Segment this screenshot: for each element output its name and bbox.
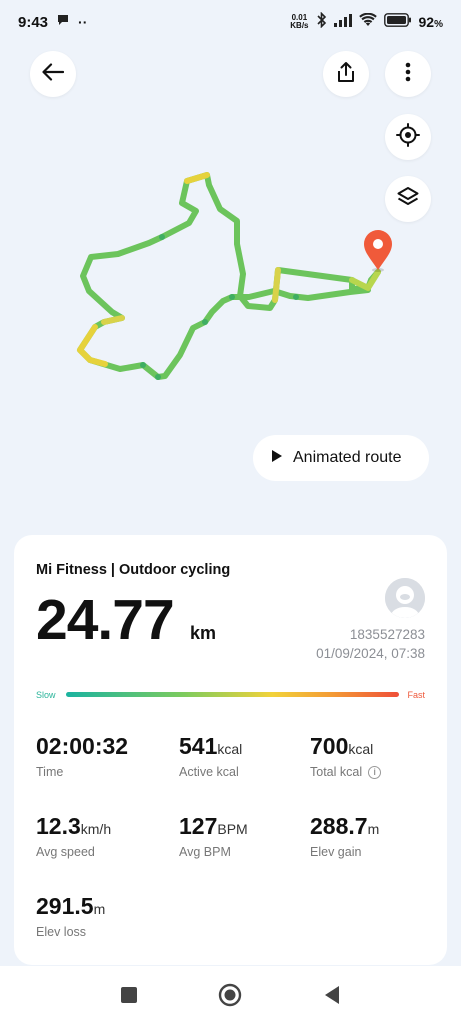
stat-unit: km/h bbox=[80, 821, 112, 837]
stat-unit: m bbox=[367, 821, 380, 837]
stat-value: 541 bbox=[179, 733, 218, 759]
avatar[interactable] bbox=[385, 578, 425, 618]
more-notifications-icon: ·· bbox=[78, 14, 88, 30]
stat-unit: kcal bbox=[348, 741, 374, 757]
wifi-icon bbox=[358, 12, 377, 31]
stat-unit: BPM bbox=[217, 821, 248, 837]
user-id: 1835527283 bbox=[349, 627, 425, 642]
stat-avg-bpm: 127BPM Avg BPM bbox=[179, 813, 248, 859]
speed-fast-label: Fast bbox=[407, 690, 425, 700]
stat-avg-speed: 12.3km/h Avg speed bbox=[36, 813, 111, 859]
stat-total-kcal: 700kcal Total kcal i bbox=[310, 733, 382, 779]
battery-level: 92% bbox=[418, 14, 443, 30]
stat-label: Elev gain bbox=[310, 845, 362, 859]
home-button[interactable] bbox=[210, 975, 250, 1015]
stat-elev-loss: 291.5m Elev loss bbox=[36, 893, 105, 939]
stat-label: Avg speed bbox=[36, 845, 95, 859]
chat-notification-icon bbox=[56, 13, 70, 31]
battery-icon bbox=[383, 13, 412, 31]
status-bar: 9:43 ·· 0.01 KB/s 92% bbox=[0, 0, 461, 44]
stat-value: 700 bbox=[310, 733, 349, 759]
stat-value: 12.3 bbox=[36, 813, 81, 839]
stat-label: Time bbox=[36, 765, 64, 779]
stat-value: 127 bbox=[179, 813, 218, 839]
speed-gradient-bar bbox=[66, 692, 399, 697]
stat-time: 02:00:32 Time bbox=[36, 733, 128, 779]
distance-unit: km bbox=[190, 623, 217, 643]
workout-summary-card: Mi Fitness | Outdoor cycling 24.77 km 18… bbox=[14, 535, 447, 965]
bluetooth-icon bbox=[316, 11, 327, 32]
distance-value: 24.77 bbox=[36, 588, 175, 652]
play-icon bbox=[271, 449, 283, 468]
back-nav-button[interactable] bbox=[312, 975, 352, 1015]
route-map[interactable]: Animated route bbox=[0, 44, 461, 544]
workout-title: Mi Fitness | Outdoor cycling bbox=[36, 562, 231, 578]
user-avatar-icon bbox=[385, 578, 425, 618]
network-speed: 0.01 KB/s bbox=[290, 13, 309, 30]
stat-value: 02:00:32 bbox=[36, 733, 129, 759]
info-icon[interactable]: i bbox=[368, 765, 382, 779]
stat-label: Active kcal bbox=[179, 765, 239, 779]
stat-label: Total kcal bbox=[310, 765, 363, 779]
stat-unit: m bbox=[93, 901, 106, 917]
status-time: 9:43 bbox=[18, 13, 49, 31]
animated-route-button[interactable]: Animated route bbox=[253, 435, 429, 481]
recents-button[interactable] bbox=[109, 975, 149, 1015]
home-icon bbox=[218, 983, 242, 1007]
animated-route-label: Animated route bbox=[293, 449, 402, 466]
stat-value: 291.5 bbox=[36, 893, 94, 919]
stat-label: Avg BPM bbox=[179, 845, 231, 859]
signal-icon bbox=[333, 13, 352, 31]
stat-active-kcal: 541kcal Active kcal bbox=[179, 733, 242, 779]
workout-date: 01/09/2024, 07:38 bbox=[316, 646, 425, 661]
stat-elev-gain: 288.7m Elev gain bbox=[310, 813, 379, 859]
recents-icon bbox=[121, 987, 137, 1003]
location-pin-icon bbox=[364, 230, 392, 272]
triangle-back-icon bbox=[325, 986, 339, 1004]
speed-slow-label: Slow bbox=[36, 690, 56, 700]
stat-label: Elev loss bbox=[36, 925, 87, 939]
system-navigation-bar bbox=[0, 966, 461, 1024]
stat-value: 288.7 bbox=[310, 813, 368, 839]
stat-unit: kcal bbox=[217, 741, 243, 757]
